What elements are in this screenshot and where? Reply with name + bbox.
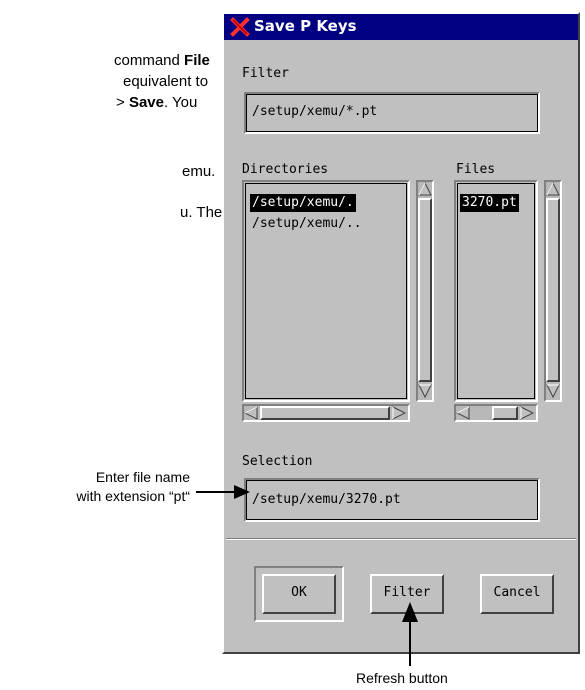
list-item[interactable]: /setup/xemu/.. <box>250 215 364 233</box>
scroll-up-icon[interactable] <box>546 182 560 196</box>
doc-text-line-4: emu. <box>182 163 216 180</box>
scroll-thumb[interactable] <box>492 406 518 420</box>
doc-text-line-1: command File <box>114 52 210 69</box>
files-vertical-scrollbar[interactable] <box>544 180 562 402</box>
files-horizontal-scrollbar[interactable] <box>454 404 538 422</box>
enter-file-arrow <box>196 485 250 499</box>
scroll-right-icon[interactable] <box>392 406 406 420</box>
selection-input[interactable]: /setup/xemu/3270.pt <box>244 478 540 522</box>
scroll-left-icon[interactable] <box>244 406 258 420</box>
ok-button[interactable]: OK <box>262 574 336 614</box>
button-separator <box>226 538 576 540</box>
doc-bold-file: File <box>184 52 210 69</box>
callout-line-1: Enter file name <box>95 469 190 485</box>
scroll-right-icon[interactable] <box>520 406 534 420</box>
doc-text: > <box>116 94 129 111</box>
doc-text: . You <box>163 94 198 111</box>
list-item[interactable]: 3270.pt <box>460 194 519 212</box>
save-p-keys-dialog: Save P Keys Filter /setup/xemu/*.pt Dire… <box>222 12 580 654</box>
refresh-callout: Refresh button <box>356 670 448 686</box>
cancel-button[interactable]: Cancel <box>480 574 554 614</box>
doc-text-line-3: > Save. You <box>116 94 197 111</box>
scroll-down-icon[interactable] <box>546 384 560 398</box>
enter-file-callout: Enter file name with extension “pt“ <box>76 468 190 506</box>
scroll-thumb[interactable] <box>418 198 432 382</box>
directories-list[interactable]: /setup/xemu/. /setup/xemu/.. <box>242 180 410 402</box>
refresh-arrow <box>402 602 418 666</box>
callout-line-2: with extension “pt“ <box>76 488 190 504</box>
x-window-icon[interactable] <box>230 17 250 37</box>
scroll-down-icon[interactable] <box>418 384 432 398</box>
title-bar[interactable]: Save P Keys <box>224 14 578 40</box>
scroll-thumb[interactable] <box>546 198 560 382</box>
doc-bold-save: Save <box>128 94 164 111</box>
scroll-up-icon[interactable] <box>418 182 432 196</box>
scroll-thumb[interactable] <box>260 406 390 420</box>
list-item[interactable]: /setup/xemu/. <box>250 194 356 212</box>
doc-text-line-2: equivalent to <box>123 73 209 90</box>
dialog-title: Save P Keys <box>254 17 357 35</box>
files-list[interactable]: 3270.pt <box>454 180 538 402</box>
directories-label: Directories <box>242 162 329 177</box>
doc-text: command <box>114 52 185 69</box>
directories-vertical-scrollbar[interactable] <box>416 180 434 402</box>
selection-label: Selection <box>242 454 313 469</box>
filter-label: Filter <box>242 66 289 81</box>
scroll-left-icon[interactable] <box>456 406 470 420</box>
filter-input[interactable]: /setup/xemu/*.pt <box>244 92 540 134</box>
directories-horizontal-scrollbar[interactable] <box>242 404 410 422</box>
files-label: Files <box>456 162 496 177</box>
